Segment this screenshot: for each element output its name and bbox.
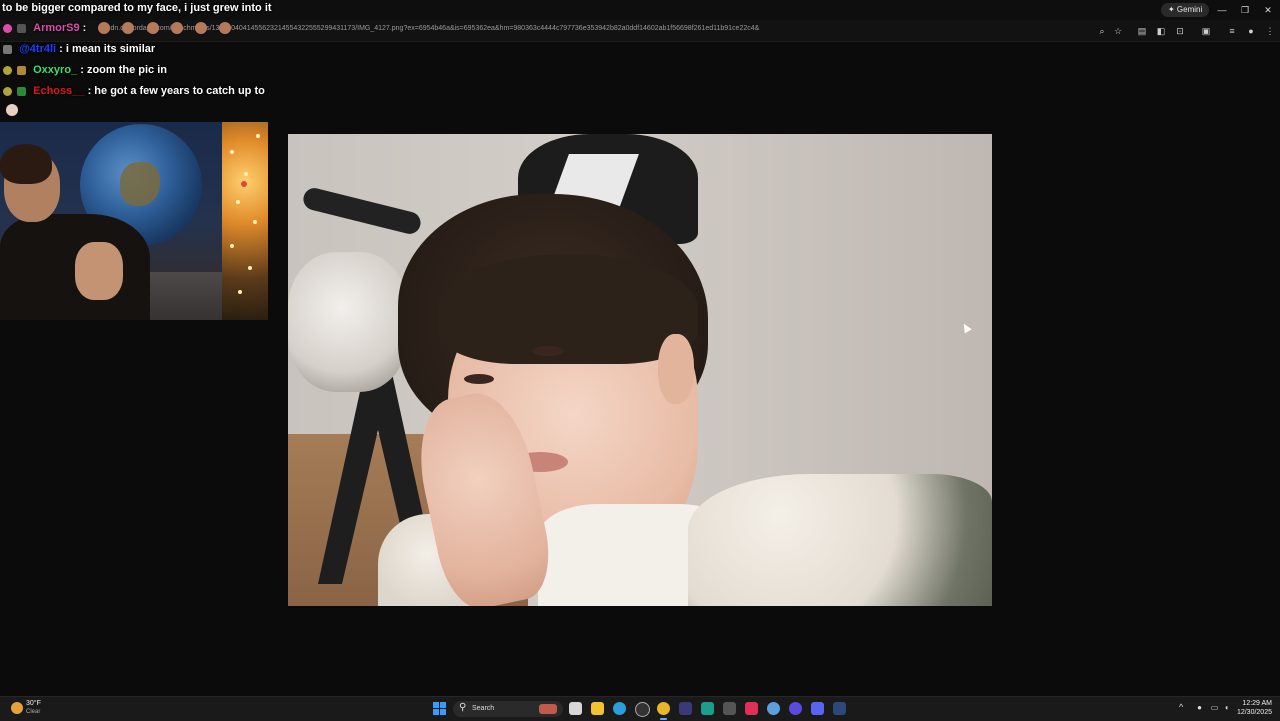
sub-badge-icon [3,23,12,33]
chat-username[interactable]: Oxxyro_ [33,64,77,76]
weather-temperature[interactable]: 30°F [26,700,41,707]
chat-username[interactable]: Echoss__ [33,85,84,97]
windows-logo-icon [433,702,439,708]
ear [658,334,694,404]
viewed-image[interactable] [288,134,992,606]
gift-badge-icon [17,86,27,96]
taskbar: 30°F Clear ⚲ Search ^ ● ▭ ◖ 12:29 AM 12/… [0,696,1280,721]
gemini-button[interactable]: ✦ Gemini [1161,3,1210,17]
chat-username[interactable]: ArmorS9 [33,22,79,34]
app-icon[interactable] [679,702,692,715]
chat-separator: : [82,22,87,35]
gifter-badge-icon [17,23,27,33]
settings-icon[interactable] [723,702,736,715]
more-menu-icon[interactable]: ⋮ [1264,25,1276,37]
puzzle-icon[interactable]: ⊡ [1174,25,1186,37]
gift-badge-icon [17,65,27,75]
search-placeholder: Search [472,705,495,712]
chat-separator: : [59,43,63,56]
task-view-icon[interactable] [569,702,582,715]
sidebar-icon[interactable]: ▣ [1200,25,1212,37]
chat-message: he got a few years to catch up to [94,85,265,98]
app-icon[interactable] [767,702,780,715]
extension-icon[interactable]: ◧ [1155,25,1167,37]
steam-icon[interactable] [833,702,846,715]
mic-badge-icon [3,44,12,54]
chat-message: i mean its similar [65,43,156,56]
emote-icon [218,22,231,35]
media-icon[interactable]: ≡ [1226,25,1238,37]
emote-icon [122,22,135,35]
webcam-feed [0,122,268,320]
chat-separator: : [80,64,84,77]
tiktok-icon[interactable] [745,702,758,715]
profile-avatar-icon[interactable]: ● [1245,25,1257,37]
sub-badge-icon [3,86,12,96]
search-highlight-icon [539,704,557,714]
zoom-icon[interactable]: ⌕ [1096,25,1108,37]
search-icon: ⚲ [459,702,467,713]
app-icon[interactable] [701,702,714,715]
network-icon[interactable]: ▭ [1210,703,1219,712]
sub-badge-icon [3,65,12,75]
emote-icon [170,22,183,35]
close-button[interactable]: ✕ [1261,3,1275,17]
chrome-icon[interactable] [657,702,670,720]
mic-icon[interactable]: ● [1195,703,1204,712]
taskbar-search[interactable]: ⚲ Search [453,701,563,717]
emote-spam [89,22,231,35]
app-icon[interactable] [789,702,802,715]
volume-icon[interactable]: ◖ [1222,703,1231,712]
file-explorer-icon[interactable] [591,702,604,715]
restore-button[interactable]: ❐ [1238,3,1252,17]
eye [532,346,564,356]
edge-icon[interactable] [613,702,626,715]
clock-date[interactable]: 12/30/2025 [1232,709,1272,716]
start-button[interactable] [433,702,447,716]
cat [288,252,408,392]
clock-time[interactable]: 12:29 AM [1238,700,1272,707]
emote-icon [146,22,159,35]
emote-icon [98,22,111,35]
chat-line: Oxxyro_ : zoom the pic in [3,64,167,82]
weather-moon-icon[interactable] [11,702,23,714]
weather-condition[interactable]: Clear [26,709,40,715]
tray-overflow-chevron-icon[interactable]: ^ [1179,702,1183,712]
chat-line: @4tr4li : i mean its similar [3,43,155,61]
chat-line: Echoss__ : he got a few years to catch u… [3,85,265,103]
chat-username[interactable]: @4tr4li [19,43,56,55]
hair-fringe [438,254,698,364]
eye [464,374,494,384]
obs-icon[interactable] [635,702,650,717]
minimize-button[interactable]: — [1215,3,1229,17]
streamer-hands [75,242,123,300]
bookmark-star-icon[interactable]: ☆ [1112,25,1124,37]
emote-icon [6,104,18,116]
streamer-hair [0,144,52,184]
chat-separator: : [87,85,92,98]
extension-icon[interactable]: ▤ [1136,25,1148,37]
chat-message-continuation: to be bigger compared to my face, i just… [2,2,272,14]
sherpa-jacket [688,474,992,606]
chat-message: zoom the pic in [86,64,168,77]
chat-line: ArmorS9 : [3,22,231,40]
discord-icon[interactable] [811,702,824,715]
emote-icon [194,22,207,35]
